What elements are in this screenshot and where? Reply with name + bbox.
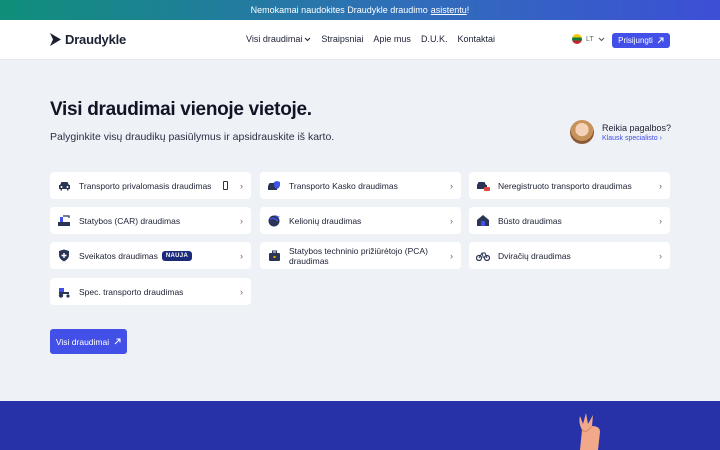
- promo-text: Nemokamai naudokites Draudykle draudimo: [250, 5, 428, 15]
- chevron-right-icon: ›: [450, 250, 453, 261]
- card-special-transport[interactable]: Spec. transporto draudimas ›: [50, 278, 251, 305]
- card-transport-kasko[interactable]: Transporto Kasko draudimas ›: [260, 172, 461, 199]
- bicycle-icon: [476, 249, 490, 263]
- chevron-right-icon: ›: [240, 180, 243, 191]
- car-plate-icon: [476, 179, 490, 193]
- phone-icon: [223, 181, 228, 190]
- car-shield-icon: [267, 179, 281, 193]
- help-widget[interactable]: Reikia pagalbos? Klausk specialisto ›: [570, 120, 671, 144]
- card-unregistered-transport[interactable]: Neregistruoto transporto draudimas ›: [469, 172, 670, 199]
- top-navigation: Draudykle Visi draudimai Straipsniai Api…: [0, 20, 720, 60]
- page-subtitle: Palyginkite visų draudikų pasiūlymus ir …: [50, 131, 335, 143]
- chevron-right-icon: ›: [659, 250, 662, 261]
- card-label: Būsto draudimas: [498, 215, 562, 226]
- chevron-right-icon: ›: [450, 215, 453, 226]
- card-construction-car[interactable]: Statybos (CAR) draudimas ›: [50, 207, 251, 234]
- menu-item-all-insurance[interactable]: Visi draudimai: [246, 34, 311, 44]
- card-home[interactable]: Būsto draudimas ›: [469, 207, 670, 234]
- page-title: Visi draudimai vienoje vietoje.: [50, 99, 312, 120]
- language-code: LT: [586, 35, 594, 43]
- main-menu: Visi draudimai Straipsniai Apie mus D.U.…: [246, 34, 495, 44]
- ask-specialist-link[interactable]: Klausk specialisto ›: [602, 135, 671, 142]
- menu-item-contacts[interactable]: Kontaktai: [457, 34, 495, 44]
- card-label: Kelionių draudimas: [289, 215, 362, 226]
- card-label: Dviračių draudimas: [498, 250, 571, 261]
- construction-icon: [57, 214, 71, 228]
- card-label: Spec. transporto draudimas: [79, 286, 184, 297]
- footer-band: [0, 401, 720, 450]
- new-badge: NAUJA: [161, 250, 193, 261]
- all-insurance-label: Visi draudimai: [55, 336, 110, 347]
- card-label: Transporto Kasko draudimas: [289, 180, 398, 191]
- card-travel[interactable]: Kelionių draudimas ›: [260, 207, 461, 234]
- house-icon: [476, 214, 490, 228]
- card-label: Sveikatos draudimas: [79, 250, 158, 261]
- card-label: Neregistruoto transporto draudimas: [498, 180, 632, 191]
- chevron-down-icon: [305, 37, 311, 41]
- card-transport-mandatory[interactable]: Transporto privalomasis draudimas ›: [50, 172, 251, 199]
- logo[interactable]: Draudykle: [50, 32, 126, 47]
- chevron-right-icon: ›: [240, 250, 243, 261]
- card-health[interactable]: Sveikatos draudimas NAUJA ›: [50, 242, 251, 269]
- globe-plane-icon: [267, 214, 281, 228]
- card-label: Transporto privalomasis draudimas: [79, 180, 212, 191]
- chevron-right-icon: ›: [450, 180, 453, 191]
- chevron-right-icon: ›: [240, 286, 243, 297]
- card-construction-pca[interactable]: Statybos techninio prižiūrėtojo (PCA) dr…: [260, 242, 461, 269]
- chevron-down-icon: [598, 37, 605, 41]
- menu-item-faq[interactable]: D.U.K.: [421, 34, 448, 44]
- health-shield-icon: [57, 249, 71, 263]
- briefcase-icon: [267, 249, 281, 263]
- lithuania-flag-icon: [572, 34, 582, 44]
- menu-item-articles[interactable]: Straipsniai: [321, 34, 363, 44]
- login-button[interactable]: Prisijungti: [612, 33, 670, 48]
- arrow-up-right-icon: [114, 338, 121, 345]
- card-label: Statybos (CAR) draudimas: [79, 215, 181, 226]
- hand-illustration: [579, 413, 600, 450]
- arrow-up-right-icon: [657, 37, 664, 44]
- chevron-right-icon: ›: [240, 215, 243, 226]
- promo-link[interactable]: asistentu: [431, 5, 467, 15]
- menu-label: Visi draudimai: [246, 34, 303, 44]
- specialist-avatar: [570, 120, 594, 144]
- logo-icon: [50, 33, 61, 46]
- logo-text: Draudykle: [65, 32, 127, 47]
- help-title: Reikia pagalbos?: [602, 122, 672, 133]
- card-bicycle[interactable]: Dviračių draudimas ›: [469, 242, 670, 269]
- car-icon: [57, 179, 71, 193]
- promo-suffix: !: [466, 5, 470, 15]
- promo-banner: Nemokamai naudokites Draudykle draudimo …: [0, 0, 720, 20]
- tractor-icon: [57, 285, 71, 299]
- login-label: Prisijungti: [618, 36, 653, 45]
- language-selector[interactable]: LT: [572, 34, 605, 44]
- menu-item-about[interactable]: Apie mus: [373, 34, 411, 44]
- chevron-right-icon: ›: [659, 215, 662, 226]
- card-label: Statybos techninio prižiūrėtojo (PCA) dr…: [289, 245, 428, 266]
- all-insurance-button[interactable]: Visi draudimai: [50, 329, 127, 354]
- chevron-right-icon: ›: [659, 180, 662, 191]
